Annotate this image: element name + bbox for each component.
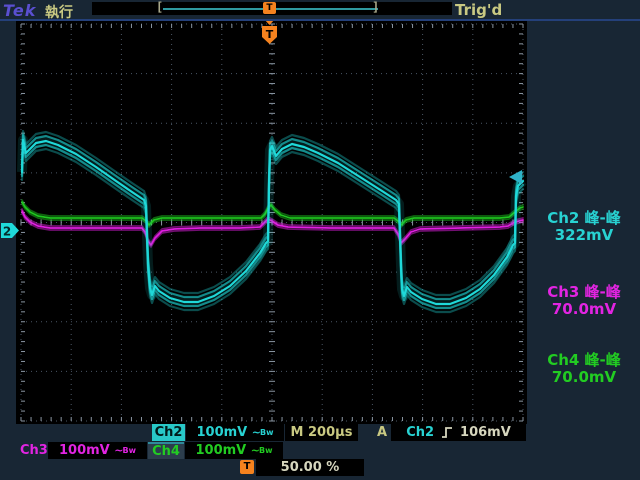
- record-view-left-bracket: [: [156, 0, 163, 14]
- bandwidth-limit-icon: Bw: [123, 446, 137, 455]
- record-view-bar: [ ] T: [92, 2, 452, 15]
- timebase-label: M: [291, 425, 304, 440]
- bandwidth-limit-icon: Bw: [259, 446, 273, 455]
- measurement-value: 70.0mV: [528, 301, 640, 318]
- measurement-ch3-pkpk: Ch3 峰-峰 70.0mV: [528, 284, 640, 318]
- ch4-channel-chip: Ch4: [148, 442, 184, 459]
- ch4-scale-value: 100mV: [196, 443, 247, 458]
- trigger-source: Ch2: [406, 424, 434, 441]
- trigger-status: Trig'd: [455, 1, 502, 19]
- ac-coupling-icon: ~: [114, 444, 122, 457]
- bandwidth-limit-icon: Bw: [260, 428, 274, 437]
- timebase-value: 200µs: [308, 425, 352, 440]
- record-view-trigger-icon: T: [263, 2, 276, 14]
- status-bar: Tek 執行 [ ] T Trig'd: [0, 0, 640, 21]
- ch3-channel-label: Ch3: [20, 442, 48, 459]
- ac-coupling-icon: ~: [251, 444, 259, 457]
- acquisition-status: 執行: [45, 2, 73, 22]
- measurement-value: 322mV: [528, 227, 640, 244]
- tek-logo: Tek: [3, 1, 36, 20]
- ch2-ground-marker-label: 2: [3, 225, 11, 239]
- measurement-ch2-pkpk: Ch2 峰-峰 322mV: [528, 210, 640, 244]
- trigger-system-label: A: [377, 424, 387, 441]
- measurement-value: 70.0mV: [528, 369, 640, 386]
- horizontal-position-readout: 50.00 %: [256, 459, 364, 476]
- trigger-readout: Ch2 106mV: [391, 424, 526, 441]
- timebase-readout: M 200µs: [285, 424, 358, 441]
- measurement-label: Ch2 峰-峰: [528, 210, 640, 227]
- ch3-scale-readout: 100mV ~Bw: [48, 442, 147, 459]
- trigger-position-label: T: [266, 28, 274, 41]
- horizontal-trigger-icon: T: [240, 460, 254, 474]
- ch2-channel-chip: Ch2: [152, 424, 185, 441]
- trigger-level: 106mV: [460, 424, 511, 441]
- ch2-scale-value: 100mV: [197, 425, 248, 440]
- ch2-scale-readout: 100mV ~Bw: [186, 424, 284, 441]
- measurement-ch4-pkpk: Ch4 峰-峰 70.0mV: [528, 352, 640, 386]
- ch3-scale-value: 100mV: [59, 443, 110, 458]
- ch4-scale-readout: 100mV ~Bw: [185, 442, 283, 459]
- record-view-right-bracket: ]: [372, 0, 379, 14]
- ac-coupling-icon: ~: [252, 426, 260, 439]
- rising-edge-icon: [441, 426, 453, 439]
- measurement-label: Ch4 峰-峰: [528, 352, 640, 369]
- measurement-label: Ch3 峰-峰: [528, 284, 640, 301]
